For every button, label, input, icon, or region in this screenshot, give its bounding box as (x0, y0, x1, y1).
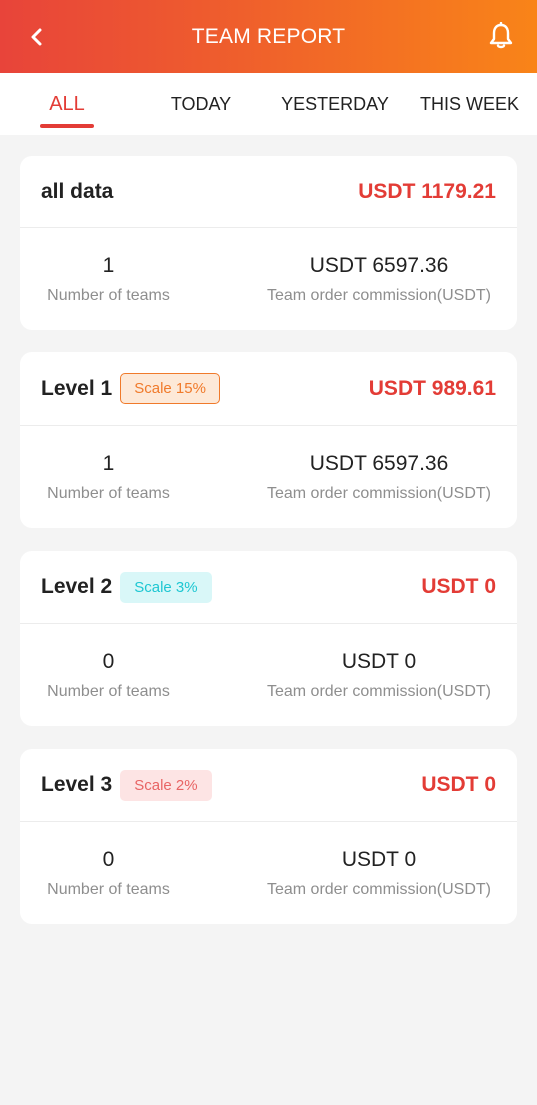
card-amount: USDT 989.61 (368, 376, 496, 400)
app-header: TEAM REPORT (0, 0, 537, 73)
card-title: Level 1 (41, 376, 113, 400)
commission-label: Team order commission(USDT) (266, 683, 492, 700)
card-title: all data (41, 179, 114, 203)
card-header: Level 1 Scale 15% USDT 989.61 (20, 352, 517, 426)
tab-today[interactable]: TODAY (134, 73, 268, 135)
commission-stat: USDT 6597.36 Team order commission(USDT) (176, 228, 496, 330)
commission-value: USDT 6597.36 (309, 452, 449, 475)
scale-badge: Scale 15% (120, 373, 220, 404)
card-title: Level 3 (41, 773, 113, 796)
card-amount: USDT 0 (421, 575, 496, 598)
commission-stat: USDT 0 Team order commission(USDT) (176, 822, 496, 924)
scale-badge: Scale 2% (120, 769, 212, 801)
scale-badge: Scale 3% (120, 571, 212, 603)
commission-stat: USDT 0 Team order commission(USDT) (176, 624, 496, 726)
teams-value: 1 (102, 254, 115, 277)
teams-label: Number of teams (47, 485, 170, 502)
card-stats: 0 Number of teams USDT 0 Team order comm… (20, 624, 517, 726)
period-tabs: ALL TODAY YESTERDAY THIS WEEK (0, 73, 537, 135)
commission-label: Team order commission(USDT) (266, 485, 492, 502)
card-amount: USDT 1179.21 (358, 179, 496, 203)
active-tab-indicator (40, 124, 94, 128)
bell-icon (489, 22, 513, 49)
card-stats: 1 Number of teams USDT 6597.36 Team orde… (20, 426, 517, 528)
report-card-all-data: all data USDT 1179.21 1 Number of teams … (20, 156, 517, 330)
teams-value: 0 (102, 650, 115, 673)
commission-label: Team order commission(USDT) (266, 287, 492, 304)
page-title: TEAM REPORT (191, 24, 346, 48)
tab-yesterday-label: YESTERDAY (281, 93, 389, 114)
tab-this-week-label: THIS WEEK (419, 93, 519, 114)
teams-label: Number of teams (47, 287, 170, 304)
commission-value: USDT 0 (341, 848, 417, 871)
tab-yesterday[interactable]: YESTERDAY (268, 73, 402, 135)
tab-all-label: ALL (49, 92, 85, 115)
card-header: Level 3 Scale 2% USDT 0 (20, 749, 517, 822)
chevron-left-icon (31, 28, 42, 46)
report-card-level-2: Level 2 Scale 3% USDT 0 0 Number of team… (20, 551, 517, 726)
commission-value: USDT 6597.36 (309, 254, 449, 277)
commission-value: USDT 0 (341, 650, 417, 673)
commission-stat: USDT 6597.36 Team order commission(USDT) (176, 426, 496, 528)
card-title: Level 2 (41, 575, 113, 598)
card-header: all data USDT 1179.21 (20, 156, 517, 228)
card-stats: 1 Number of teams USDT 6597.36 Team orde… (20, 228, 517, 330)
teams-stat: 0 Number of teams (41, 624, 176, 726)
card-stats: 0 Number of teams USDT 0 Team order comm… (20, 822, 517, 924)
notifications-button[interactable] (485, 20, 517, 52)
teams-stat: 1 Number of teams (41, 228, 176, 330)
tab-this-week[interactable]: THIS WEEK (402, 73, 537, 135)
card-header: Level 2 Scale 3% USDT 0 (20, 551, 517, 624)
report-card-level-1: Level 1 Scale 15% USDT 989.61 1 Number o… (20, 352, 517, 528)
teams-stat: 1 Number of teams (41, 426, 176, 528)
report-card-level-3: Level 3 Scale 2% USDT 0 0 Number of team… (20, 749, 517, 924)
tab-all[interactable]: ALL (0, 73, 134, 135)
commission-label: Team order commission(USDT) (266, 881, 492, 898)
teams-label: Number of teams (47, 683, 170, 700)
teams-value: 1 (102, 452, 115, 475)
teams-label: Number of teams (47, 881, 170, 898)
teams-value: 0 (102, 848, 115, 871)
teams-stat: 0 Number of teams (41, 822, 176, 924)
back-button[interactable] (22, 22, 52, 52)
tab-today-label: TODAY (170, 93, 232, 114)
card-amount: USDT 0 (421, 773, 496, 796)
